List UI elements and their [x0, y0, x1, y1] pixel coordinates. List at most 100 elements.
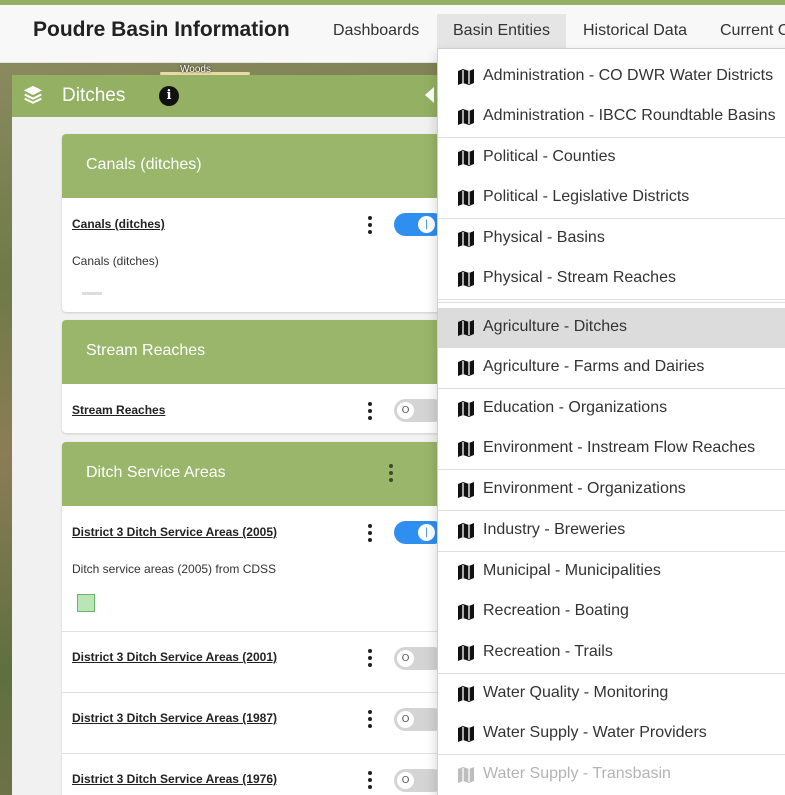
dropdown-item[interactable]: Agriculture - Ditches	[438, 308, 785, 348]
layer-group-header[interactable]: Ditch Service Areas	[62, 442, 445, 506]
layer-description: Canals (ditches)	[72, 254, 159, 268]
layer-group-title: Stream Reaches	[86, 342, 206, 359]
layer-panel: Ditches i Canals (ditches) Canals (ditch…	[12, 75, 445, 795]
legend-polygon-symbol	[77, 594, 95, 612]
dropdown-item[interactable]: Recreation - Boating	[438, 592, 785, 632]
map-icon	[457, 685, 475, 703]
layer-row: District 3 Ditch Service Areas (1987) O	[62, 693, 445, 753]
dropdown-item: Water Supply - Transbasin	[438, 755, 785, 795]
layer-description: Ditch service areas (2005) from CDSS	[72, 562, 277, 576]
map-icon	[457, 603, 475, 621]
dropdown-item[interactable]: Environment - Instream Flow Reaches	[438, 429, 785, 469]
layer-menu-icon[interactable]	[367, 524, 373, 542]
map-icon	[457, 400, 475, 418]
map-icon	[457, 766, 475, 784]
dropdown-item[interactable]: Environment - Organizations	[438, 470, 785, 510]
dropdown-item[interactable]: Water Supply - Water Providers	[438, 714, 785, 754]
dropdown-divider	[438, 299, 785, 300]
dropdown-item[interactable]: Political - Counties	[438, 138, 785, 178]
dropdown-item-label: Administration - CO DWR Water Districts	[483, 67, 774, 84]
dropdown-item-label: Environment - Organizations	[483, 480, 686, 497]
map-icon	[457, 270, 475, 288]
toggle-knob: O	[397, 711, 414, 728]
toggle-knob: O	[397, 402, 414, 419]
layer-group-header[interactable]: Canals (ditches)	[62, 134, 445, 198]
map-icon	[457, 359, 475, 377]
map-icon	[457, 440, 475, 458]
layer-group-card: Ditch Service Areas District 3 Ditch Ser…	[62, 442, 445, 795]
map-icon	[457, 68, 475, 86]
layer-panel-title: Ditches	[62, 85, 126, 106]
map-icon	[457, 481, 475, 499]
dropdown-item-label: Political - Legislative Districts	[483, 188, 690, 205]
layer-group-header[interactable]: Stream Reaches	[62, 320, 445, 384]
map-icon	[457, 644, 475, 662]
layer-menu-icon[interactable]	[367, 216, 373, 234]
layer-group-card: Canals (ditches) Canals (ditches) | Cana…	[62, 134, 445, 312]
toggle-knob: O	[397, 772, 414, 789]
layer-panel-header: Ditches i	[12, 75, 445, 117]
dropdown-item[interactable]: Physical - Basins	[438, 219, 785, 259]
nav-historical-data[interactable]: Historical Data	[567, 14, 703, 48]
layer-name-link[interactable]: District 3 Ditch Service Areas (2001)	[72, 650, 277, 664]
layer-name-link[interactable]: Stream Reaches	[72, 403, 165, 417]
basin-entities-dropdown: Administration - CO DWR Water Districts A…	[437, 48, 785, 795]
dropdown-item-label: Administration - IBCC Roundtable Basins	[483, 107, 776, 124]
dropdown-item[interactable]: Water Quality - Monitoring	[438, 674, 785, 714]
layer-menu-icon[interactable]	[367, 402, 373, 420]
layer-row: Stream Reaches O	[62, 384, 445, 433]
group-menu-icon[interactable]	[389, 464, 393, 484]
dropdown-item[interactable]: Education - Organizations	[438, 389, 785, 429]
dropdown-item[interactable]: Administration - CO DWR Water Districts	[438, 57, 785, 97]
nav-dashboards[interactable]: Dashboards	[317, 14, 435, 48]
dropdown-item[interactable]: Agriculture - Farms and Dairies	[438, 348, 785, 388]
map-icon	[457, 563, 475, 581]
layer-menu-icon[interactable]	[367, 771, 373, 789]
dropdown-item-label: Municipal - Municipalities	[483, 562, 661, 579]
layer-menu-icon[interactable]	[367, 710, 373, 728]
layer-name-link[interactable]: Canals (ditches)	[72, 217, 165, 231]
layer-row: District 3 Ditch Service Areas (1976) O	[62, 754, 445, 795]
dropdown-item[interactable]: Municipal - Municipalities	[438, 552, 785, 592]
dropdown-item-label: Agriculture - Ditches	[483, 318, 628, 335]
dropdown-item-label: Political - Counties	[483, 148, 616, 165]
layer-group-card: Stream Reaches Stream Reaches O	[62, 320, 445, 433]
dropdown-item-label: Recreation - Trails	[483, 643, 613, 660]
toggle-knob: |	[418, 524, 435, 541]
layers-icon[interactable]	[22, 84, 44, 106]
dropdown-item-label: Environment - Instream Flow Reaches	[483, 439, 756, 456]
layer-name-link[interactable]: District 3 Ditch Service Areas (1987)	[72, 711, 277, 725]
map-icon	[457, 319, 475, 337]
layer-menu-icon[interactable]	[367, 649, 373, 667]
layer-group-title: Ditch Service Areas	[86, 464, 226, 481]
dropdown-item-label: Physical - Stream Reaches	[483, 269, 676, 286]
collapse-panel-icon[interactable]	[425, 87, 434, 103]
layer-row: District 3 Ditch Service Areas (2001) O	[62, 632, 445, 692]
layer-name-link[interactable]: District 3 Ditch Service Areas (1976)	[72, 772, 277, 786]
layer-panel-body[interactable]: Canals (ditches) Canals (ditches) | Cana…	[12, 117, 445, 795]
map-icon	[457, 108, 475, 126]
map-icon	[457, 189, 475, 207]
dropdown-item[interactable]: Industry - Breweries	[438, 511, 785, 551]
app-brand[interactable]: Poudre Basin Information	[33, 18, 290, 42]
toggle-knob: |	[418, 216, 435, 233]
map-icon	[457, 725, 475, 743]
dropdown-item-label: Water Supply - Water Providers	[483, 724, 707, 741]
info-icon[interactable]: i	[159, 86, 179, 106]
dropdown-item[interactable]: Physical - Stream Reaches	[438, 259, 785, 299]
nav-current[interactable]: Current C	[704, 14, 785, 48]
dropdown-item[interactable]: Recreation - Trails	[438, 633, 785, 673]
map-icon	[457, 149, 475, 167]
nav-basin-entities[interactable]: Basin Entities	[437, 14, 566, 48]
dropdown-item-label: Recreation - Boating	[483, 602, 629, 619]
map-place-label: Woods	[180, 64, 211, 75]
dropdown-item-label: Education - Organizations	[483, 399, 668, 416]
map-icon	[457, 230, 475, 248]
dropdown-item[interactable]: Political - Legislative Districts	[438, 178, 785, 218]
dropdown-item-label: Physical - Basins	[483, 229, 605, 246]
dropdown-item-label: Industry - Breweries	[483, 521, 626, 538]
dropdown-item-label: Water Supply - Transbasin	[483, 765, 671, 782]
layer-name-link[interactable]: District 3 Ditch Service Areas (2005)	[72, 525, 277, 539]
dropdown-item[interactable]: Administration - IBCC Roundtable Basins	[438, 97, 785, 137]
layer-row: District 3 Ditch Service Areas (2005) | …	[62, 506, 445, 631]
